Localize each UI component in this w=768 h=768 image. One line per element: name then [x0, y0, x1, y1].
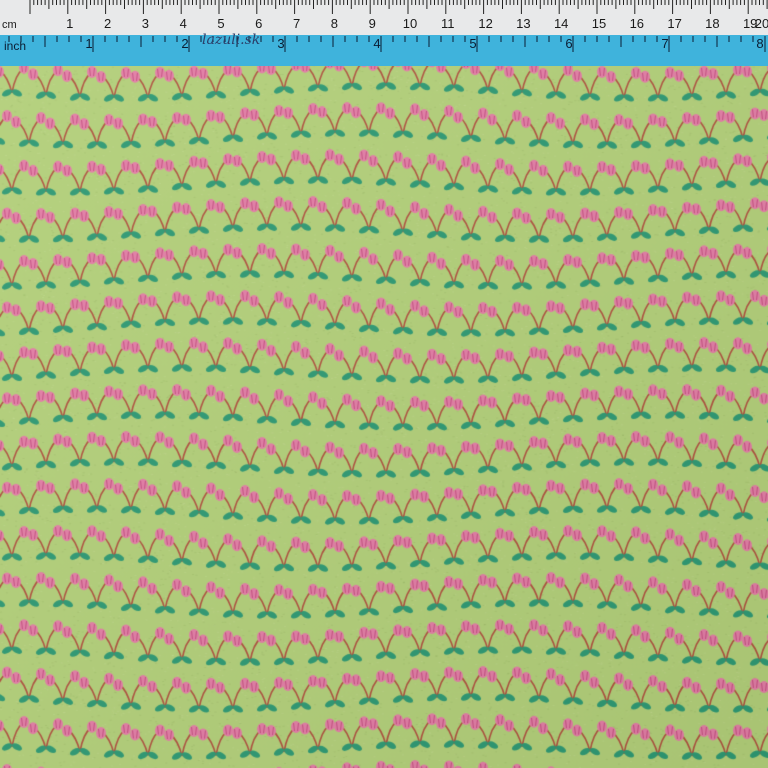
cm-label: 4 [180, 16, 187, 31]
cm-label: 13 [516, 16, 530, 31]
inch-label: 2 [181, 36, 188, 51]
inch-label: 6 [565, 36, 572, 51]
cm-unit-label: cm [2, 19, 17, 31]
ruler-inch-strip [0, 35, 768, 66]
cm-label: 3 [142, 16, 149, 31]
measuring-ruler: cm inch lazuli.sk 1 2 3 4 5 6 7 8 9 10 11 12 13 14 15 1… [0, 0, 768, 66]
cm-label: 14 [554, 16, 568, 31]
cm-label: 9 [369, 16, 376, 31]
inch-label: 5 [469, 36, 476, 51]
cm-label: 7 [293, 16, 300, 31]
inch-label: 7 [661, 36, 668, 51]
inch-unit-label: inch [4, 39, 26, 53]
cm-label: 10 [403, 16, 417, 31]
inch-label: 3 [277, 36, 284, 51]
cm-label: 1 [66, 16, 73, 31]
cm-label: 17 [667, 16, 681, 31]
ruler-cm-strip [0, 0, 768, 36]
fabric-photo: cm inch lazuli.sk 1 2 3 4 5 6 7 8 9 10 11 12 13 14 15 1… [0, 0, 768, 768]
ruler-brand: lazuli.sk [202, 32, 260, 48]
cm-label: 16 [630, 16, 644, 31]
cm-label: 6 [255, 16, 262, 31]
cm-label: 12 [478, 16, 492, 31]
cm-label: 11 [441, 16, 455, 31]
cm-label: 8 [331, 16, 338, 31]
inch-label: 4 [373, 36, 380, 51]
cm-label: 15 [592, 16, 606, 31]
inch-label: 1 [85, 36, 92, 51]
cm-label: 2 [104, 16, 111, 31]
cm-label: 18 [705, 16, 719, 31]
cm-label: 20 [755, 16, 768, 31]
inch-label: 8 [756, 36, 763, 51]
tulip-print-fabric [0, 0, 768, 768]
cm-label: 5 [217, 16, 224, 31]
